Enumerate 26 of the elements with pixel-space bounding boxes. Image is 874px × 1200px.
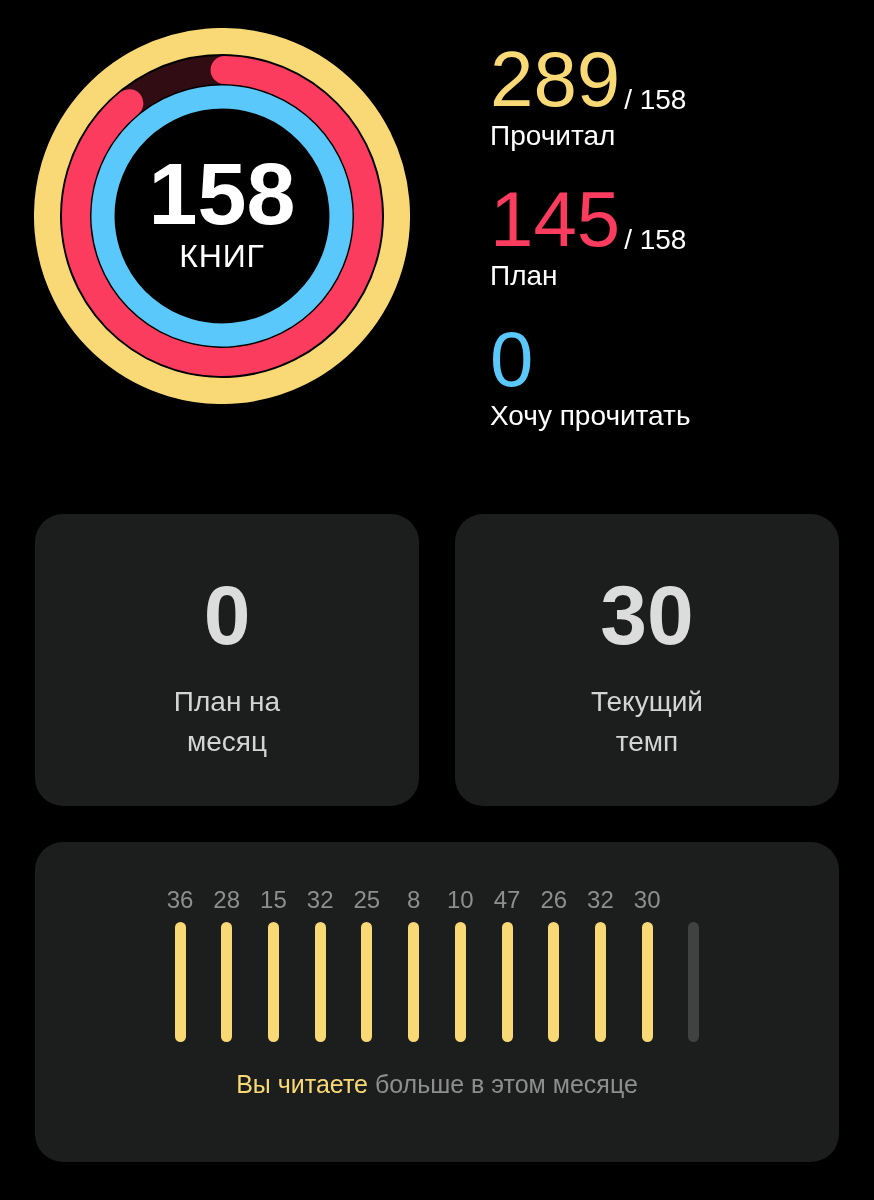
- stat-value: 289: [490, 40, 621, 118]
- chart-caption: Вы читаете больше в этом месяце: [235, 1069, 639, 1100]
- stat-label: План: [490, 259, 559, 293]
- card-value: 0: [203, 570, 251, 660]
- month-count: 36: [166, 886, 194, 914]
- month-count: 30: [633, 886, 661, 914]
- month-count: 10: [446, 886, 474, 914]
- stat-total: / 158: [624, 226, 687, 257]
- card-label: План на месяц: [173, 685, 281, 759]
- stat-label: Хочу прочитать: [490, 399, 691, 433]
- month-count: 8: [406, 886, 421, 914]
- month-count: 25: [353, 886, 381, 914]
- stat-value: 0: [490, 320, 534, 398]
- books-unit: КНИГ: [179, 238, 265, 274]
- month-count: 15: [260, 886, 287, 914]
- month-count: 32: [306, 886, 334, 914]
- stat-value: 145: [490, 180, 621, 258]
- month-count: 47: [493, 886, 521, 914]
- month-count: 28: [213, 886, 241, 914]
- book-count: 158: [148, 150, 296, 238]
- month-count: 26: [540, 886, 568, 914]
- card-value: 30: [600, 570, 694, 660]
- stat-total: / 158: [624, 86, 687, 117]
- month-count: 32: [587, 886, 614, 914]
- card-label: Текущий темп: [591, 685, 703, 759]
- stat-label: Прочитал: [490, 119, 617, 153]
